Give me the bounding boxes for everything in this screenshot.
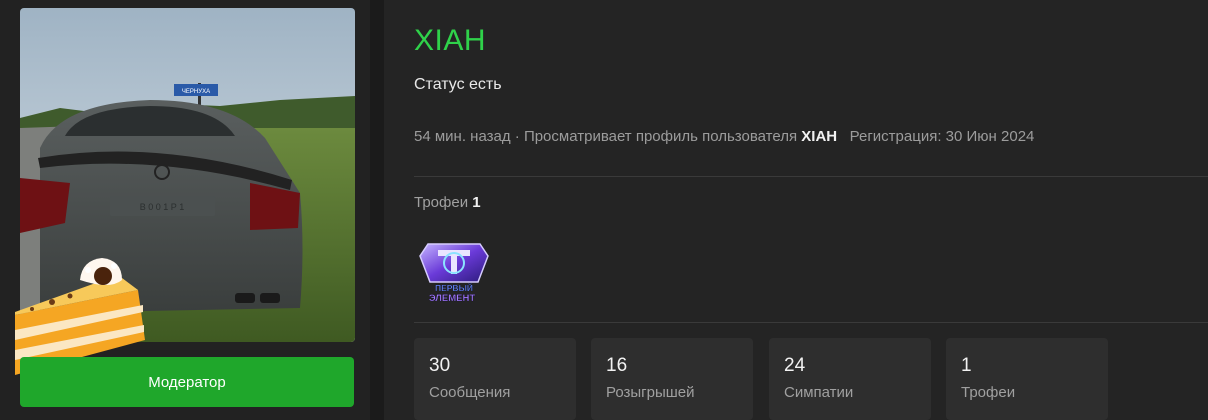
first-element-trophy-icon[interactable]: ПЕРВЫЙ ЭЛЕМЕНТ: [416, 230, 492, 306]
trophy-badge-line1: ПЕРВЫЙ: [435, 282, 473, 293]
activity-text: Просматривает профиль пользователя: [523, 128, 798, 145]
username: XIAH: [414, 24, 487, 57]
trophies-heading[interactable]: Трофеи 1: [414, 194, 481, 211]
trophies-label: Трофеи: [414, 194, 469, 211]
meta-separator: ·: [514, 128, 524, 145]
plate-text: В 0 0 1 Р 1: [140, 202, 185, 212]
stat-trophies[interactable]: 1 Трофеи: [946, 338, 1108, 420]
stat-label: Симпатии: [784, 384, 854, 401]
profile-sidebar: ЧЕРНУХА В 0 0 1 Р 1 Модератор: [0, 0, 370, 420]
stat-value: 1: [961, 355, 972, 376]
stat-messages[interactable]: 30 Сообщения: [414, 338, 576, 420]
stat-value: 30: [429, 355, 451, 376]
stat-label: Розыгрышей: [606, 384, 695, 401]
stat-value: 24: [784, 355, 806, 376]
stat-label: Сообщения: [429, 384, 511, 401]
role-button[interactable]: Модератор: [20, 357, 354, 407]
stat-label: Трофеи: [961, 384, 1016, 401]
stat-giveaways[interactable]: 16 Розыгрышей: [591, 338, 753, 420]
registration-date: 30 Июн 2024: [945, 128, 1035, 145]
user-status: Статус есть: [414, 76, 502, 93]
last-seen: 54 мин. назад: [414, 128, 511, 145]
divider: [414, 322, 1208, 323]
activity-user-link[interactable]: XIAH: [801, 128, 837, 145]
stat-value: 16: [606, 355, 628, 376]
road-sign-text: ЧЕРНУХА: [182, 89, 210, 95]
profile-meta: 54 мин. назад · Просматривает профиль по…: [414, 128, 1034, 145]
stat-likes[interactable]: 24 Симпатии: [769, 338, 931, 420]
trophy-badge-line2: ЭЛЕМЕНТ: [429, 293, 476, 304]
registration-label: Регистрация:: [849, 128, 942, 145]
divider: [414, 176, 1208, 177]
trophies-count: 1: [472, 194, 481, 211]
